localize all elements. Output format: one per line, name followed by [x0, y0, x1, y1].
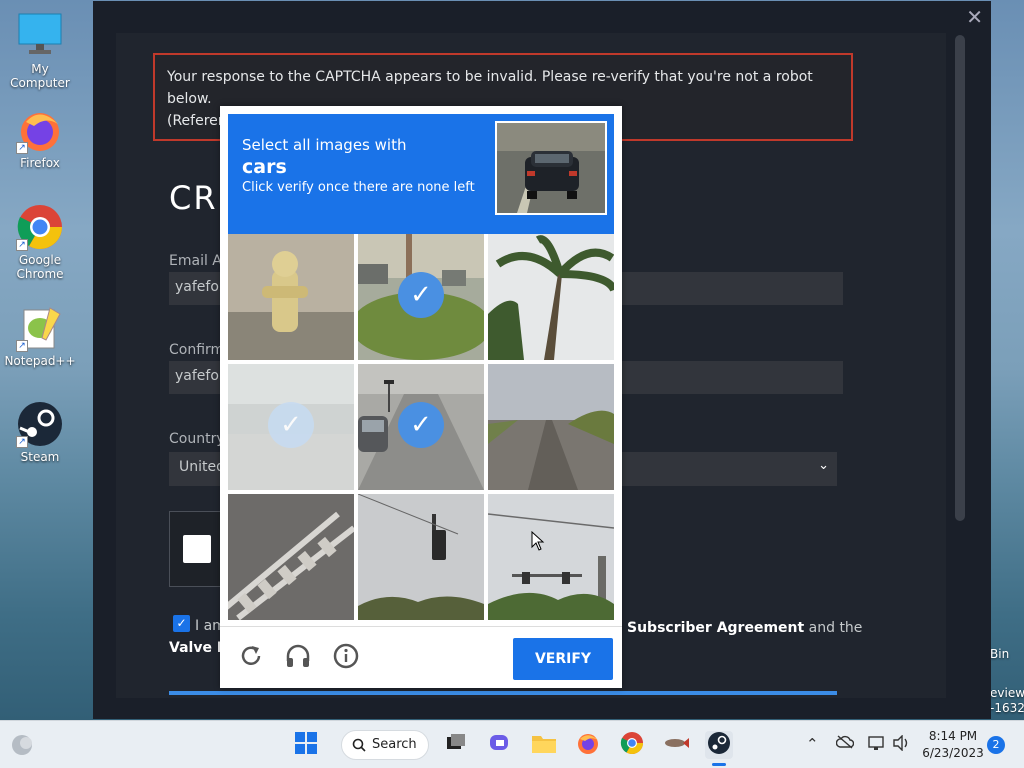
firefox-icon: ↗ — [16, 106, 64, 154]
captcha-header: Select all images with cars Click verify… — [228, 114, 614, 234]
desktop-icon-notepadpp[interactable]: ↗ Notepad++ — [0, 304, 80, 368]
captcha-tile-7[interactable] — [228, 494, 354, 620]
chrome-icon: ↗ — [16, 203, 64, 251]
firefox-taskbar-icon[interactable] — [574, 731, 602, 759]
captcha-challenge: Select all images with cars Click verify… — [220, 106, 622, 688]
captcha-tile-3[interactable] — [488, 234, 614, 360]
confirm-email-label: Confirm — [169, 342, 225, 358]
desktop-icon-label: Google Chrome — [16, 253, 64, 281]
agreement-text: Subscriber Agreement and the — [627, 620, 862, 636]
volume-icon[interactable] — [892, 734, 910, 755]
captcha-tile-9[interactable] — [488, 494, 614, 620]
desktop-icon-label: Firefox — [20, 156, 60, 170]
captcha-tile-6[interactable] — [488, 364, 614, 490]
desktop-recycle-bin-label: Bin — [990, 647, 1010, 661]
steam-icon: ↗ — [16, 400, 64, 448]
search-label: Search — [372, 737, 417, 752]
weather-widget-icon[interactable] — [8, 731, 36, 759]
page-title: CR — [169, 179, 218, 217]
clock-time: 8:14 PM — [928, 729, 978, 743]
captcha-tile-2[interactable]: ✓ — [358, 234, 484, 360]
desktop-watermark-line1: eview — [990, 686, 1024, 700]
fish-app-icon[interactable] — [662, 731, 690, 759]
captcha-tile-8[interactable] — [358, 494, 484, 620]
desktop-icon-label: Notepad++ — [4, 354, 76, 368]
desktop-icon-steam[interactable]: ↗ Steam — [0, 400, 80, 464]
headphones-icon[interactable] — [284, 643, 312, 671]
chevron-down-icon: ⌄ — [818, 458, 829, 473]
notepad-plus-plus-icon: ↗ — [16, 304, 64, 352]
steam-taskbar-icon[interactable] — [705, 731, 733, 759]
teams-chat-icon[interactable] — [486, 731, 514, 759]
task-view-icon[interactable] — [441, 731, 469, 759]
subscriber-agreement-link[interactable]: Subscriber Agreement — [627, 620, 804, 636]
onedrive-offline-icon[interactable] — [835, 735, 855, 753]
chevron-up-icon[interactable]: ⌃ — [806, 735, 819, 753]
error-line-1: Your response to the CAPTCHA appears to … — [167, 69, 813, 85]
captcha-tile-5[interactable]: ✓ — [358, 364, 484, 490]
scrollbar[interactable] — [955, 35, 965, 521]
notification-badge[interactable]: 2 — [987, 736, 1005, 754]
selected-check-icon: ✓ — [268, 402, 314, 448]
desktop-icon-my-computer[interactable]: My Computer — [0, 12, 80, 90]
selected-check-icon: ✓ — [398, 272, 444, 318]
continue-button-edge[interactable] — [169, 691, 837, 695]
captcha-tile-1[interactable] — [228, 234, 354, 360]
start-windows-icon[interactable] — [292, 731, 320, 759]
reload-icon[interactable] — [237, 643, 265, 671]
network-icon[interactable] — [868, 735, 886, 755]
agree-checkbox[interactable]: ✓ — [173, 615, 190, 632]
and-the-text: and the — [808, 620, 863, 636]
desktop-icon-chrome[interactable]: ↗ Google Chrome — [0, 203, 80, 281]
captcha-tile-4[interactable]: ✓ — [228, 364, 354, 490]
close-icon[interactable]: ✕ — [966, 5, 983, 29]
recaptcha-checkbox[interactable] — [183, 535, 211, 563]
desktop-watermark-line2: -1632 — [990, 701, 1024, 715]
captcha-footer: VERIFY — [220, 626, 622, 688]
verify-button[interactable]: VERIFY — [513, 638, 613, 680]
desktop-icon-label: My Computer — [10, 62, 70, 90]
selected-check-icon: ✓ — [398, 402, 444, 448]
mouse-cursor-icon — [531, 530, 545, 555]
country-value: United — [179, 459, 225, 475]
country-label: Country — [169, 431, 225, 447]
clock-date: 6/23/2023 — [922, 746, 984, 760]
info-icon[interactable] — [332, 643, 360, 671]
active-app-indicator — [712, 763, 726, 766]
taskbar-search[interactable]: Search — [341, 730, 429, 760]
captcha-example-image — [495, 121, 607, 215]
desktop-icon-firefox[interactable]: ↗ Firefox — [0, 106, 80, 170]
monitor-icon — [16, 12, 64, 60]
taskbar-clock[interactable]: 8:14 PM 6/23/2023 — [922, 728, 984, 762]
file-explorer-icon[interactable] — [530, 731, 558, 759]
taskbar: Search ⌃ 8:14 PM 6/23/2023 2 — [0, 720, 1024, 768]
chrome-taskbar-icon[interactable] — [618, 731, 646, 759]
search-icon — [352, 731, 366, 763]
desktop-icon-label: Steam — [20, 450, 60, 464]
